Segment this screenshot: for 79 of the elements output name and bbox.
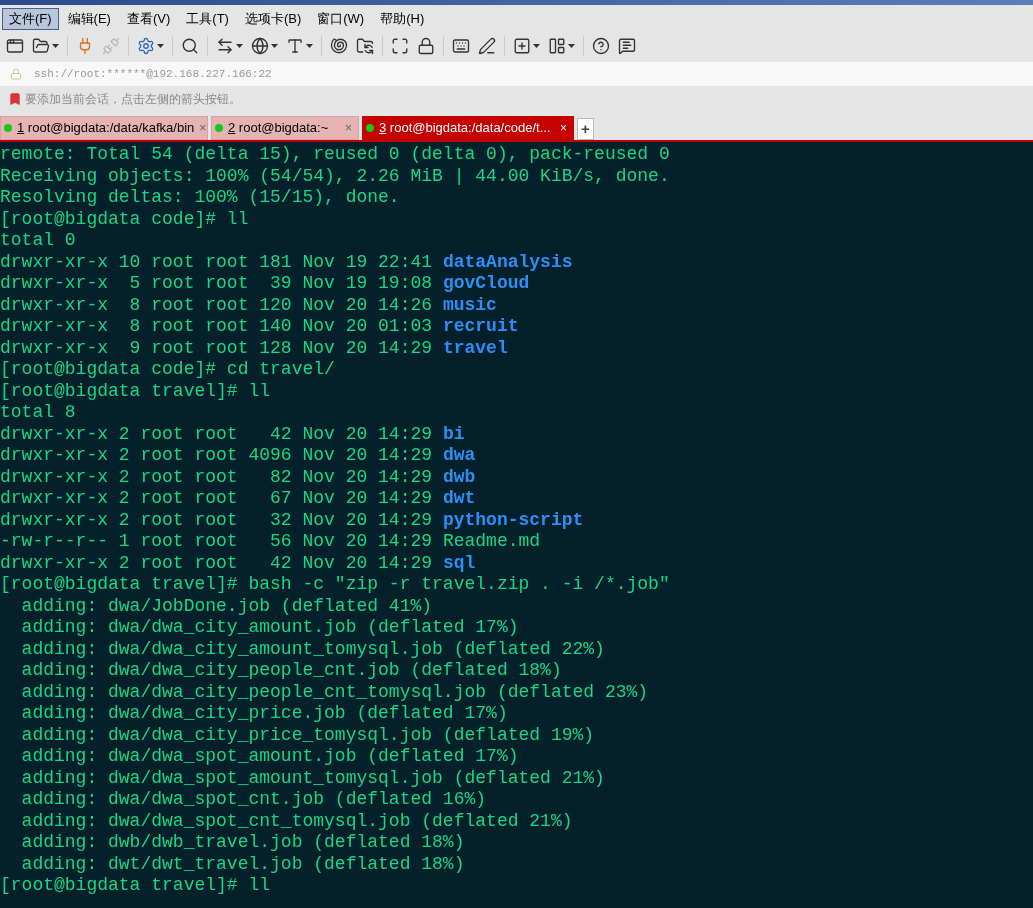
tab-label: 1 root@bigdata:/data/kafka/bin bbox=[17, 119, 195, 138]
session-tab[interactable]: 2 root@bigdata:~ × bbox=[211, 116, 359, 140]
dropdown-caret-icon[interactable] bbox=[236, 44, 243, 48]
hint-text: 要添加当前会话，点击左侧的箭头按钮。 bbox=[25, 91, 241, 108]
tab-close-button[interactable]: × bbox=[560, 119, 567, 137]
font-icon[interactable] bbox=[286, 37, 304, 55]
terminal-line: total 0 bbox=[0, 230, 77, 252]
menu-item[interactable]: 文件(F) bbox=[2, 7, 59, 30]
folder-sync-icon[interactable] bbox=[356, 37, 374, 55]
terminal-line: drwxr-xr-x 8 root root 140 Nov 20 01:03 recruit bbox=[0, 316, 520, 338]
terminal-line: [root@bigdata code]# cd travel/ bbox=[0, 359, 336, 381]
settings-icon[interactable] bbox=[137, 37, 155, 55]
globe-icon[interactable] bbox=[251, 37, 269, 55]
terminal-line: adding: dwa/dwa_city_price.job (deflated 17%) bbox=[20, 703, 509, 725]
terminal-line: adding: dwa/dwa_spot_cnt_tomysql.job (deflated 21%) bbox=[20, 810, 574, 832]
bookmark-icon[interactable] bbox=[8, 92, 22, 106]
menu-item[interactable]: 查看(V) bbox=[119, 7, 178, 30]
terminal-line: drwxr-xr-x 5 root root 39 Nov 19 19:08 govCloud bbox=[0, 273, 531, 295]
terminal-line: drwxr-xr-x 2 root root 67 Nov 20 14:29 dwt bbox=[0, 488, 477, 510]
dropdown-caret-icon[interactable] bbox=[568, 44, 575, 48]
terminal-line: drwxr-xr-x 2 root root 4096 Nov 20 14:29 dwa bbox=[0, 445, 477, 467]
terminal-line: Resolving deltas: 100% (15/15), done. bbox=[0, 187, 401, 209]
menu-item[interactable]: 工具(T) bbox=[179, 7, 236, 30]
terminal-line: drwxr-xr-x 2 root root 32 Nov 20 14:29 python-script bbox=[0, 509, 585, 531]
terminal-line: adding: dwa/dwa_city_amount.job (deflated 17%) bbox=[20, 617, 520, 639]
terminal-line: adding: dwa/dwa_spot_amount.job (deflated 17%) bbox=[20, 746, 520, 768]
dropdown-caret-icon[interactable] bbox=[271, 44, 278, 48]
terminal-line: drwxr-xr-x 8 root root 120 Nov 20 14:26 music bbox=[0, 294, 498, 316]
chat-icon[interactable] bbox=[618, 37, 636, 55]
session-tab[interactable]: 3 root@bigdata:/data/code/t... × bbox=[362, 116, 574, 140]
dropdown-caret-icon[interactable] bbox=[157, 44, 164, 48]
search-icon[interactable] bbox=[181, 37, 199, 55]
menu-item[interactable]: 窗口(W) bbox=[310, 7, 372, 30]
terminal-line: drwxr-xr-x 10 root root 181 Nov 19 22:41 dataAnalysis bbox=[0, 251, 574, 273]
terminal-line: adding: dwa/JobDone.job (deflated 41%) bbox=[20, 595, 434, 617]
lock-icon bbox=[10, 68, 22, 80]
terminal-line: total 8 bbox=[0, 402, 77, 424]
terminal-line: -rw-r--r-- 1 root root 56 Nov 20 14:29 Readme.md bbox=[0, 531, 542, 553]
terminal-line: [root@bigdata travel]# ll bbox=[0, 380, 272, 402]
terminal[interactable] bbox=[0, 142, 1033, 908]
address-text: ssh://root:******@192.168.227.166:22 bbox=[34, 66, 272, 82]
pen-icon[interactable] bbox=[478, 37, 496, 55]
terminal-line: adding: dwa/dwa_city_price_tomysql.job (deflated 19%) bbox=[20, 724, 596, 746]
terminal-line: adding: dwa/dwa_city_amount_tomysql.job (deflated 22%) bbox=[20, 638, 606, 660]
layout-icon[interactable] bbox=[548, 37, 566, 55]
terminal-line: drwxr-xr-x 2 root root 82 Nov 20 14:29 dwb bbox=[0, 466, 477, 488]
terminal-line: [root@bigdata travel]# bash -c "zip -r travel.zip . -i /*.job" bbox=[0, 574, 671, 596]
menu-item[interactable]: 帮助(H) bbox=[373, 7, 432, 30]
terminal-line: adding: dwa/dwa_city_people_cnt_tomysql.job (deflated 23%) bbox=[20, 681, 650, 703]
terminal-line: remote: Total 54 (delta 15), reused 0 (delta 0), pack-reused 0 bbox=[0, 144, 671, 166]
tab-label: 2 root@bigdata:~ bbox=[228, 119, 330, 138]
menu-item[interactable]: 编辑(E) bbox=[60, 7, 118, 30]
terminal-line: drwxr-xr-x 9 root root 128 Nov 20 14:29 travel bbox=[0, 337, 509, 359]
terminal-line: [root@bigdata code]# ll bbox=[0, 208, 250, 230]
terminal-line: [root@bigdata travel]# ll bbox=[0, 875, 272, 897]
terminal-line: Receiving objects: 100% (54/54), 2.26 MiB | 44.00 KiB/s, done. bbox=[0, 165, 671, 187]
terminal-line: adding: dwt/dwt_travel.job (deflated 18%) bbox=[20, 853, 466, 875]
help-icon[interactable] bbox=[592, 37, 610, 55]
shell-icon[interactable] bbox=[330, 37, 348, 55]
session-tab[interactable]: 1 root@bigdata:/data/kafka/bin × bbox=[0, 116, 208, 140]
terminal-line: adding: dwb/dwb_travel.job (deflated 18%) bbox=[20, 832, 466, 854]
terminal-line: adding: dwa/dwa_city_people_cnt.job (deflated 18%) bbox=[20, 660, 563, 682]
dropdown-caret-icon[interactable] bbox=[52, 44, 59, 48]
keyboard-icon[interactable] bbox=[452, 37, 470, 55]
menu-item[interactable]: 选项卡(B) bbox=[237, 7, 309, 30]
new-window-icon[interactable] bbox=[6, 37, 24, 55]
transfer-icon[interactable] bbox=[216, 37, 234, 55]
dropdown-caret-icon[interactable] bbox=[306, 44, 313, 48]
dropdown-caret-icon[interactable] bbox=[533, 44, 540, 48]
new-tab-button[interactable]: + bbox=[577, 118, 594, 140]
terminal-line: adding: dwa/dwa_spot_cnt.job (deflated 16%) bbox=[20, 789, 488, 811]
fullscreen-icon[interactable] bbox=[391, 37, 409, 55]
terminal-line: adding: dwa/dwa_spot_amount_tomysql.job (deflated 21%) bbox=[20, 767, 606, 789]
new-tab-icon[interactable] bbox=[513, 37, 531, 55]
terminal-line: drwxr-xr-x 2 root root 42 Nov 20 14:29 sql bbox=[0, 552, 477, 574]
lock-icon[interactable] bbox=[417, 37, 435, 55]
folder-icon[interactable] bbox=[32, 37, 50, 55]
terminal-line: drwxr-xr-x 2 root root 42 Nov 20 14:29 bi bbox=[0, 423, 466, 445]
tab-label: 3 root@bigdata:/data/code/t... bbox=[379, 119, 552, 138]
